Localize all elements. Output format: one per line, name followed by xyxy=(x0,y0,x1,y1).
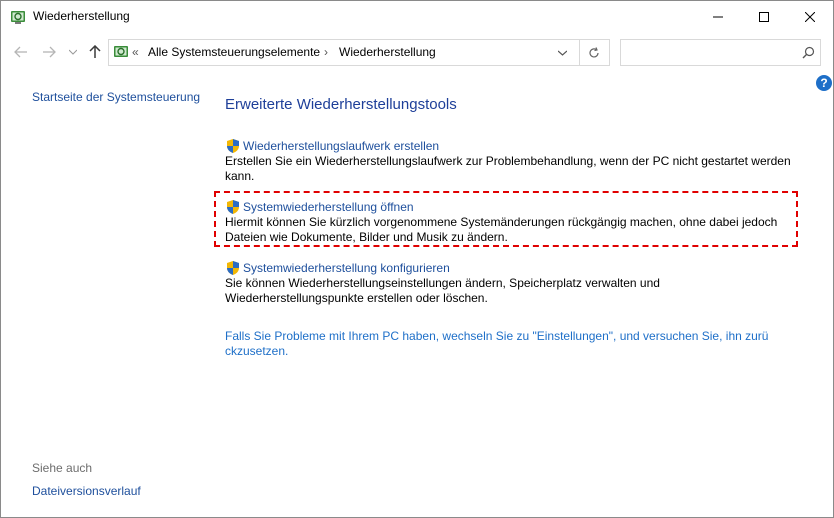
address-dropdown-button[interactable] xyxy=(551,40,573,65)
breadcrumb-control-panel[interactable]: Alle Systemsteuerungselemente xyxy=(148,45,320,59)
maximize-button[interactable] xyxy=(741,1,787,32)
task-description: Hiermit können Sie kürzlich vorgenommene… xyxy=(225,215,778,244)
recovery-app-icon xyxy=(10,9,26,25)
configure-system-restore-link[interactable]: Systemwiederherstellung konfigurieren xyxy=(225,260,800,276)
search-input[interactable] xyxy=(625,43,789,63)
minimize-button[interactable] xyxy=(695,1,741,32)
refresh-icon xyxy=(589,46,599,57)
task-description: Erstellen Sie ein Wiederherstellungslauf… xyxy=(225,154,791,183)
arrow-left-icon xyxy=(14,46,27,58)
create-recovery-drive-link[interactable]: Wiederherstellungslaufwerk erstellen xyxy=(225,138,800,154)
address-bar[interactable]: « Alle Systemsteuerungselemente › Wieder… xyxy=(108,39,610,66)
close-button[interactable] xyxy=(787,1,833,32)
chevron-down-icon xyxy=(557,50,567,56)
control-panel-home-link[interactable]: Startseite der Systemsteuerung xyxy=(32,90,200,104)
up-button[interactable] xyxy=(85,42,105,62)
maximize-icon xyxy=(759,11,769,22)
title-bar[interactable]: Wiederherstellung xyxy=(1,1,833,33)
task-configure-system-restore: Systemwiederherstellung konfigurieren Si… xyxy=(225,260,800,306)
back-button[interactable] xyxy=(11,42,31,62)
breadcrumb-overflow[interactable]: « xyxy=(132,45,139,59)
breadcrumb-recovery[interactable]: Wiederherstellung xyxy=(339,45,436,59)
help-icon[interactable]: ? xyxy=(816,75,832,91)
file-history-link[interactable]: Dateiversionsverlauf xyxy=(32,484,141,498)
uac-shield-icon xyxy=(227,261,239,275)
search-box[interactable] xyxy=(620,39,821,66)
see-also-label: Siehe auch xyxy=(32,461,93,475)
open-system-restore-link[interactable]: Systemwiederherstellung öffnen xyxy=(225,199,800,215)
task-title[interactable]: Systemwiederherstellung konfigurieren xyxy=(243,261,450,275)
task-open-system-restore: Systemwiederherstellung öffnen Hiermit k… xyxy=(225,199,800,245)
search-button[interactable] xyxy=(800,44,816,60)
uac-shield-icon xyxy=(227,139,239,153)
task-description: Sie können Wiederherstellungseinstellung… xyxy=(225,276,660,305)
close-icon xyxy=(805,11,815,22)
arrow-up-icon xyxy=(89,45,101,58)
navigation-bar: « Alle Systemsteuerungselemente › Wieder… xyxy=(1,33,833,71)
breadcrumb-separator-icon: › xyxy=(324,45,328,59)
window-title: Wiederherstellung xyxy=(33,9,130,23)
forward-button[interactable] xyxy=(39,42,59,62)
minimize-icon xyxy=(713,16,723,17)
search-icon xyxy=(802,46,814,58)
settings-reset-link[interactable]: Falls Sie Probleme mit Ihrem PC haben, w… xyxy=(225,329,785,359)
task-title[interactable]: Systemwiederherstellung öffnen xyxy=(243,200,414,214)
task-create-recovery-drive: Wiederherstellungslaufwerk erstellen Ers… xyxy=(225,138,800,184)
control-panel-window: Wiederherstellung « Alle Systemsteuerung… xyxy=(0,0,834,518)
chevron-down-icon xyxy=(69,49,77,55)
control-panel-icon xyxy=(113,44,129,60)
uac-shield-icon xyxy=(227,200,239,214)
refresh-button[interactable] xyxy=(579,40,608,65)
task-title[interactable]: Wiederherstellungslaufwerk erstellen xyxy=(243,139,439,153)
recent-locations-button[interactable] xyxy=(63,42,83,62)
page-title: Erweiterte Wiederherstellungstools xyxy=(225,96,457,113)
arrow-right-icon xyxy=(43,46,56,58)
